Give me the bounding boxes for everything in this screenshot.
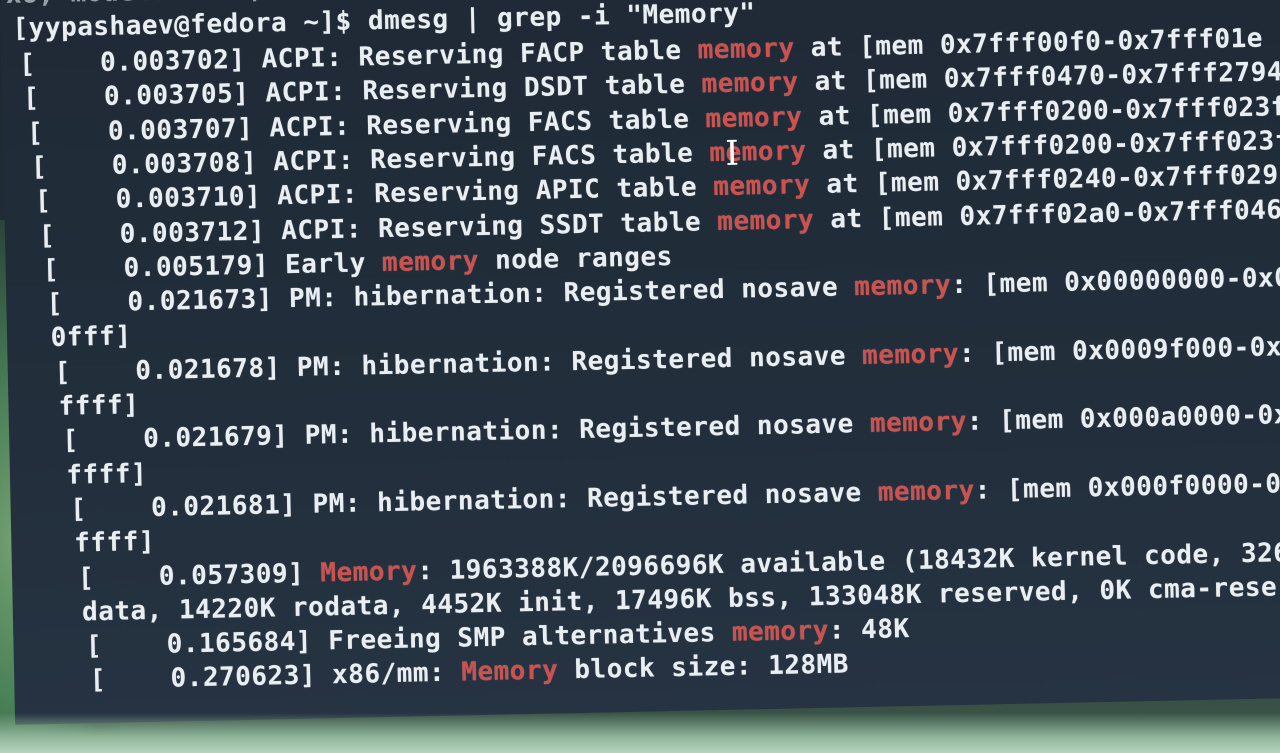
log-line-text: 0fff] — [50, 321, 132, 354]
log-line-text: : 48K — [828, 614, 910, 646]
log-line-text: : [mem 0x000f0000-0x000 — [974, 467, 1280, 506]
grep-match-highlight: memory — [869, 407, 968, 440]
log-line-text: ffff] — [73, 527, 156, 559]
monitor-photo: x8, model: 0x80, ... [yypashaev@fedora ~… — [0, 0, 1280, 753]
grep-match-highlight: memory — [731, 615, 830, 648]
grep-match-highlight: memory — [381, 245, 480, 278]
log-line-text: [ 0.270623] x86/mm: — [89, 657, 462, 696]
log-line-text: at [mem 0x7fff02a0-0x7fff046b — [813, 194, 1280, 235]
log-line-text: node ranges — [478, 241, 674, 276]
dmesg-log-line: ffff] — [74, 525, 155, 561]
log-line-text: : [mem 0x0009f000-0x000 — [958, 330, 1280, 369]
log-line-text: [ 0.005179] Early — [42, 247, 383, 285]
log-line-text: block size: 128MB — [557, 649, 850, 686]
dmesg-log-line: ffff] — [66, 457, 147, 493]
log-line-text: [ 0.021681] PM: hibernation: Registered … — [69, 477, 879, 525]
grep-match-highlight: memory — [877, 475, 975, 508]
grep-match-highlight: memory — [705, 101, 803, 134]
grep-match-highlight: Memory — [320, 555, 418, 588]
dmesg-log-line: [ 0.021678] PM: hibernation: Registered … — [54, 329, 1280, 390]
grep-match-highlight: memory — [709, 136, 807, 169]
terminal-output[interactable]: x8, model: 0x80, ... [yypashaev@fedora ~… — [0, 0, 1280, 725]
grep-match-highlight: Memory — [461, 655, 559, 688]
log-line-text: [ 0.057309] — [77, 557, 321, 593]
monitor-bezel — [0, 713, 1280, 753]
log-line-text: [ 0.021678] PM: hibernation: Registered … — [54, 340, 863, 388]
text-ibeam-cursor-icon: I — [724, 133, 740, 174]
dmesg-log-line: ffff] — [58, 388, 139, 424]
log-line-text: ffff] — [58, 390, 140, 422]
grep-match-highlight: memory — [713, 170, 811, 203]
dmesg-log-line: 0fff] — [50, 320, 131, 356]
log-line-text: : [mem 0x000a0000-0x000 — [966, 399, 1280, 438]
dmesg-log-line: [ 0.021681] PM: hibernation: Registered … — [70, 466, 1280, 527]
log-line-text: ffff] — [66, 458, 148, 491]
grep-match-highlight: memory — [853, 270, 952, 303]
grep-match-highlight: memory — [861, 338, 960, 371]
grep-match-highlight: memory — [716, 204, 815, 237]
dmesg-log-line: [ 0.021679] PM: hibernation: Registered … — [62, 397, 1280, 458]
grep-match-highlight: memory — [701, 67, 799, 100]
log-line-text: [ 0.021679] PM: hibernation: Registered … — [62, 409, 871, 457]
log-line-text: : [mem 0x00000000-0x00 — [950, 262, 1280, 301]
grep-match-highlight: memory — [697, 33, 795, 66]
terminal-window[interactable]: x8, model: 0x80, ... [yypashaev@fedora ~… — [0, 0, 1280, 725]
